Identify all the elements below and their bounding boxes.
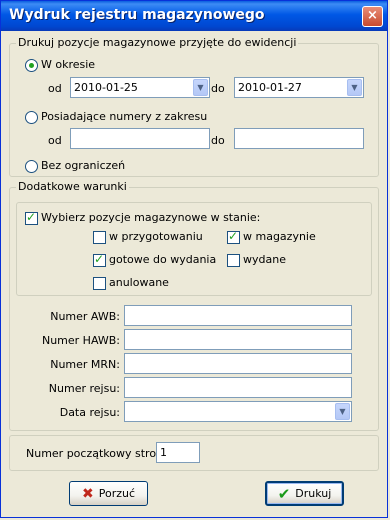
data-rejsu-dropdown-icon[interactable]: ▼ bbox=[335, 403, 350, 420]
state-filter-checkbox[interactable]: ✓ bbox=[25, 210, 38, 225]
radio-none-label[interactable]: Bez ograniczeń bbox=[41, 159, 125, 172]
num-from-input[interactable] bbox=[70, 128, 210, 149]
data-rejsu-label: Data rejsu: bbox=[59, 406, 120, 419]
state-wydane-label[interactable]: wydane bbox=[243, 253, 286, 266]
date-from-picker[interactable]: 2010-01-25 ▼ bbox=[70, 77, 210, 98]
cancel-icon: ✖ bbox=[81, 485, 94, 502]
window-title: Wydruk rejestru magazynowego bbox=[9, 7, 265, 23]
print-button-label: Drukuj bbox=[295, 487, 332, 500]
radio-none[interactable] bbox=[25, 160, 38, 173]
check-icon: ✓ bbox=[228, 229, 239, 243]
state-magazynie-label[interactable]: w magazynie bbox=[243, 230, 316, 243]
radio-numbers-label[interactable]: Posiadające numery z zakresu bbox=[41, 110, 207, 123]
date-to-value: 2010-01-27 bbox=[238, 81, 302, 94]
conditions-group: Dodatkowe warunki ✓ Wybierz pozycje maga… bbox=[9, 180, 379, 431]
awb-input[interactable] bbox=[124, 305, 352, 326]
print-button[interactable]: ✔ Drukuj bbox=[265, 481, 344, 506]
page-start-group: Numer początkowy strony: 1 bbox=[9, 435, 379, 471]
num-to-label: do bbox=[211, 134, 225, 147]
check-icon: ✓ bbox=[26, 210, 37, 224]
ok-icon: ✔ bbox=[277, 484, 291, 503]
hawb-input[interactable] bbox=[124, 329, 352, 350]
page-start-label: Numer początkowy strony: bbox=[26, 447, 173, 460]
mrn-label: Numer MRN: bbox=[50, 358, 120, 371]
awb-label: Numer AWB: bbox=[50, 310, 120, 323]
state-filter-label[interactable]: Wybierz pozycje magazynowe w stanie: bbox=[41, 211, 260, 224]
state-przygotowaniu-checkbox[interactable] bbox=[93, 231, 106, 244]
state-filter-box: ✓ Wybierz pozycje magazynowe w stanie: w… bbox=[16, 202, 372, 296]
date-to-label: do bbox=[211, 82, 225, 95]
dialog-window: Wydruk rejestru magazynowego × Drukuj po… bbox=[0, 0, 388, 518]
num-from-label: od bbox=[48, 134, 62, 147]
rejs-label: Numer rejsu: bbox=[48, 382, 120, 395]
page-start-input[interactable]: 1 bbox=[156, 442, 200, 463]
cancel-button[interactable]: ✖ Porzuć bbox=[69, 481, 148, 506]
data-rejsu-picker[interactable]: ▼ bbox=[124, 401, 352, 422]
state-przygotowaniu-label[interactable]: w przygotowaniu bbox=[109, 230, 203, 243]
range-group-legend: Drukuj pozycje magazynowe przyjęte do ew… bbox=[16, 36, 299, 49]
date-from-dropdown-icon[interactable]: ▼ bbox=[193, 79, 208, 96]
state-wydane-checkbox[interactable] bbox=[227, 254, 240, 267]
state-gotowe-checkbox[interactable]: ✓ bbox=[93, 252, 106, 267]
date-to-dropdown-icon[interactable]: ▼ bbox=[347, 79, 362, 96]
num-to-input[interactable] bbox=[234, 128, 364, 149]
close-button[interactable]: × bbox=[362, 6, 383, 27]
conditions-group-legend: Dodatkowe warunki bbox=[16, 180, 129, 193]
mrn-input[interactable] bbox=[124, 353, 352, 374]
range-group: Drukuj pozycje magazynowe przyjęte do ew… bbox=[9, 36, 379, 177]
radio-numbers[interactable] bbox=[25, 111, 38, 124]
state-anulowane-checkbox[interactable] bbox=[93, 277, 106, 290]
state-gotowe-label[interactable]: gotowe do wydania bbox=[109, 253, 216, 266]
radio-period-label[interactable]: W okresie bbox=[41, 58, 95, 71]
hawb-label: Numer HAWB: bbox=[41, 334, 120, 347]
date-to-picker[interactable]: 2010-01-27 ▼ bbox=[234, 77, 364, 98]
rejs-input[interactable] bbox=[124, 377, 352, 398]
title-bar[interactable]: Wydruk rejestru magazynowego × bbox=[1, 1, 387, 31]
date-from-value: 2010-01-25 bbox=[74, 81, 138, 94]
date-from-label: od bbox=[48, 82, 62, 95]
state-anulowane-label[interactable]: anulowane bbox=[109, 276, 169, 289]
check-icon: ✓ bbox=[94, 252, 105, 266]
radio-period[interactable] bbox=[25, 59, 38, 72]
cancel-button-label: Porzuć bbox=[98, 487, 136, 500]
state-magazynie-checkbox[interactable]: ✓ bbox=[227, 229, 240, 244]
